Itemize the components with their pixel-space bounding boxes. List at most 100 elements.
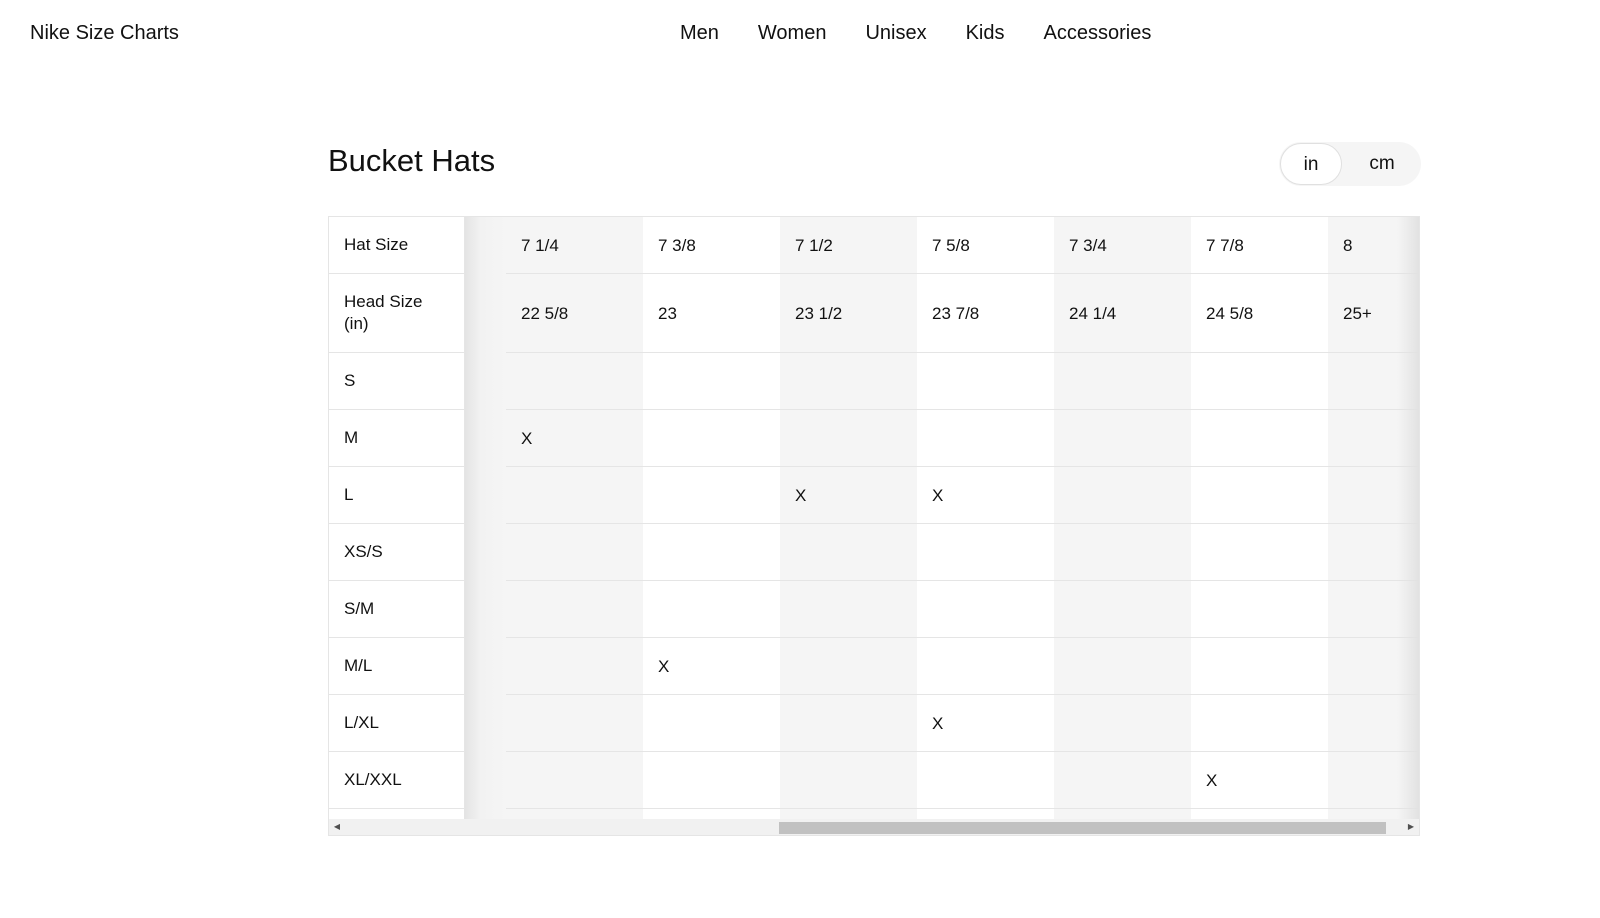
fit-mark-cell xyxy=(917,410,1054,467)
brand-link[interactable]: Nike Size Charts xyxy=(30,22,179,45)
fit-mark-cell: X xyxy=(658,656,670,676)
scroll-shadow-right xyxy=(1397,217,1419,820)
unit-option-in[interactable]: in xyxy=(1280,143,1342,185)
hat-size-cell: 7 3/8 xyxy=(658,235,696,255)
size-column: 7 1/4 22 5/8 X xyxy=(506,217,643,820)
horizontal-scrollbar[interactable]: ◀ ▶ xyxy=(329,819,1419,835)
row-divider xyxy=(464,580,1419,581)
row-label-s-m: S/M xyxy=(329,581,464,638)
row-label-s: S xyxy=(329,353,464,410)
scroll-shadow-left xyxy=(464,217,506,820)
row-divider xyxy=(464,808,1419,809)
scroll-right-icon[interactable]: ▶ xyxy=(1403,819,1419,835)
size-column: 7 1/2 23 1/2 X xyxy=(780,217,917,820)
fit-mark-cell xyxy=(780,638,917,695)
main-nav: Men Women Unisex Kids Accessories xyxy=(680,22,1190,45)
fit-mark-cell xyxy=(643,752,780,809)
head-size-cell: 24 5/8 xyxy=(1206,303,1254,323)
hat-size-cell: 7 5/8 xyxy=(932,235,970,255)
size-column: 7 5/8 23 7/8 X X xyxy=(917,217,1054,820)
row-label-hat-size: Hat Size xyxy=(329,217,464,274)
fit-mark-cell: X xyxy=(795,485,807,505)
head-size-cell: 23 1/2 xyxy=(795,303,843,323)
row-label-xl-xxl: XL/XXL xyxy=(329,752,464,809)
fit-mark-cell xyxy=(1191,638,1328,695)
fit-mark-cell xyxy=(1054,467,1191,524)
fit-mark-cell xyxy=(643,410,780,467)
fit-mark-cell xyxy=(1191,695,1328,752)
fit-mark-cell xyxy=(506,524,643,581)
head-size-cell: 22 5/8 xyxy=(521,303,569,323)
row-label-m: M xyxy=(329,410,464,467)
page-title: Bucket Hats xyxy=(328,143,496,178)
size-column: 7 3/8 23 X xyxy=(643,217,780,820)
row-label-column: Hat Size Head Size (in) S M L XS/S S/M M/L L/XL X… xyxy=(329,217,465,809)
fit-mark-cell xyxy=(1191,467,1328,524)
head-size-cell: 23 7/8 xyxy=(932,303,980,323)
fit-mark-cell xyxy=(1191,581,1328,638)
unit-toggle: in cm xyxy=(1279,142,1421,186)
fit-mark-cell xyxy=(643,467,780,524)
fit-mark-cell xyxy=(506,695,643,752)
fit-mark-cell: X xyxy=(932,485,944,505)
row-divider xyxy=(464,466,1419,467)
fit-mark-cell xyxy=(1191,524,1328,581)
row-divider xyxy=(464,694,1419,695)
fit-mark-cell xyxy=(780,410,917,467)
fit-mark-cell xyxy=(917,581,1054,638)
hat-size-cell: 7 7/8 xyxy=(1206,235,1244,255)
fit-mark-cell xyxy=(643,695,780,752)
fit-mark-cell xyxy=(1054,752,1191,809)
top-bar: Nike Size Charts Men Women Unisex Kids A… xyxy=(0,0,1600,70)
row-divider xyxy=(464,751,1419,752)
row-divider xyxy=(464,273,1419,274)
row-label-text: Head Size (in) xyxy=(344,292,423,333)
fit-mark-cell xyxy=(643,353,780,410)
fit-mark-cell xyxy=(780,752,917,809)
fit-mark-cell xyxy=(780,353,917,410)
head-size-cell: 23 xyxy=(658,303,677,323)
fit-mark-cell xyxy=(643,524,780,581)
unit-option-cm[interactable]: cm xyxy=(1349,142,1415,186)
fit-mark-cell xyxy=(917,524,1054,581)
table-scroll-area[interactable]: 7 1/4 22 5/8 X 7 3/8 23 X 7 1/2 23 1/2 X 7 5/8 23 … xyxy=(464,217,1419,820)
fit-mark-cell xyxy=(1054,638,1191,695)
head-size-cell: 24 1/4 xyxy=(1069,303,1117,323)
size-column: 7 3/4 24 1/4 xyxy=(1054,217,1191,820)
nav-item-women[interactable]: Women xyxy=(758,22,827,45)
fit-mark-cell xyxy=(1191,410,1328,467)
nav-item-unisex[interactable]: Unisex xyxy=(865,22,926,45)
size-column: 7 7/8 24 5/8 X xyxy=(1191,217,1328,820)
size-chart-table: Hat Size Head Size (in) S M L XS/S S/M M/L L/XL X… xyxy=(328,216,1420,836)
row-divider xyxy=(464,409,1419,410)
fit-mark-cell xyxy=(917,638,1054,695)
row-label-m-l: M/L xyxy=(329,638,464,695)
scroll-left-icon[interactable]: ◀ xyxy=(329,819,345,835)
hat-size-cell: 7 1/4 xyxy=(521,235,559,255)
nav-item-kids[interactable]: Kids xyxy=(966,22,1005,45)
hat-size-cell: 7 1/2 xyxy=(795,235,833,255)
fit-mark-cell xyxy=(506,752,643,809)
fit-mark-cell xyxy=(917,353,1054,410)
row-label-l-xl: L/XL xyxy=(329,695,464,752)
nav-item-men[interactable]: Men xyxy=(680,22,719,45)
fit-mark-cell xyxy=(506,467,643,524)
fit-mark-cell xyxy=(1054,353,1191,410)
fit-mark-cell xyxy=(506,581,643,638)
row-divider xyxy=(464,523,1419,524)
row-divider xyxy=(464,352,1419,353)
fit-mark-cell xyxy=(780,695,917,752)
scrollbar-thumb[interactable] xyxy=(779,822,1386,834)
fit-mark-cell: X xyxy=(932,713,944,733)
row-label-head-size-in-: Head Size (in) xyxy=(329,274,464,353)
fit-mark-cell xyxy=(780,581,917,638)
hat-size-cell: 7 3/4 xyxy=(1069,235,1107,255)
fit-mark-cell xyxy=(1191,353,1328,410)
fit-mark-cell xyxy=(1054,524,1191,581)
fit-mark-cell xyxy=(1054,410,1191,467)
fit-mark-cell xyxy=(780,524,917,581)
fit-mark-cell xyxy=(506,638,643,695)
fit-mark-cell xyxy=(917,752,1054,809)
nav-item-accessories[interactable]: Accessories xyxy=(1044,22,1152,45)
fit-mark-cell: X xyxy=(521,428,533,448)
